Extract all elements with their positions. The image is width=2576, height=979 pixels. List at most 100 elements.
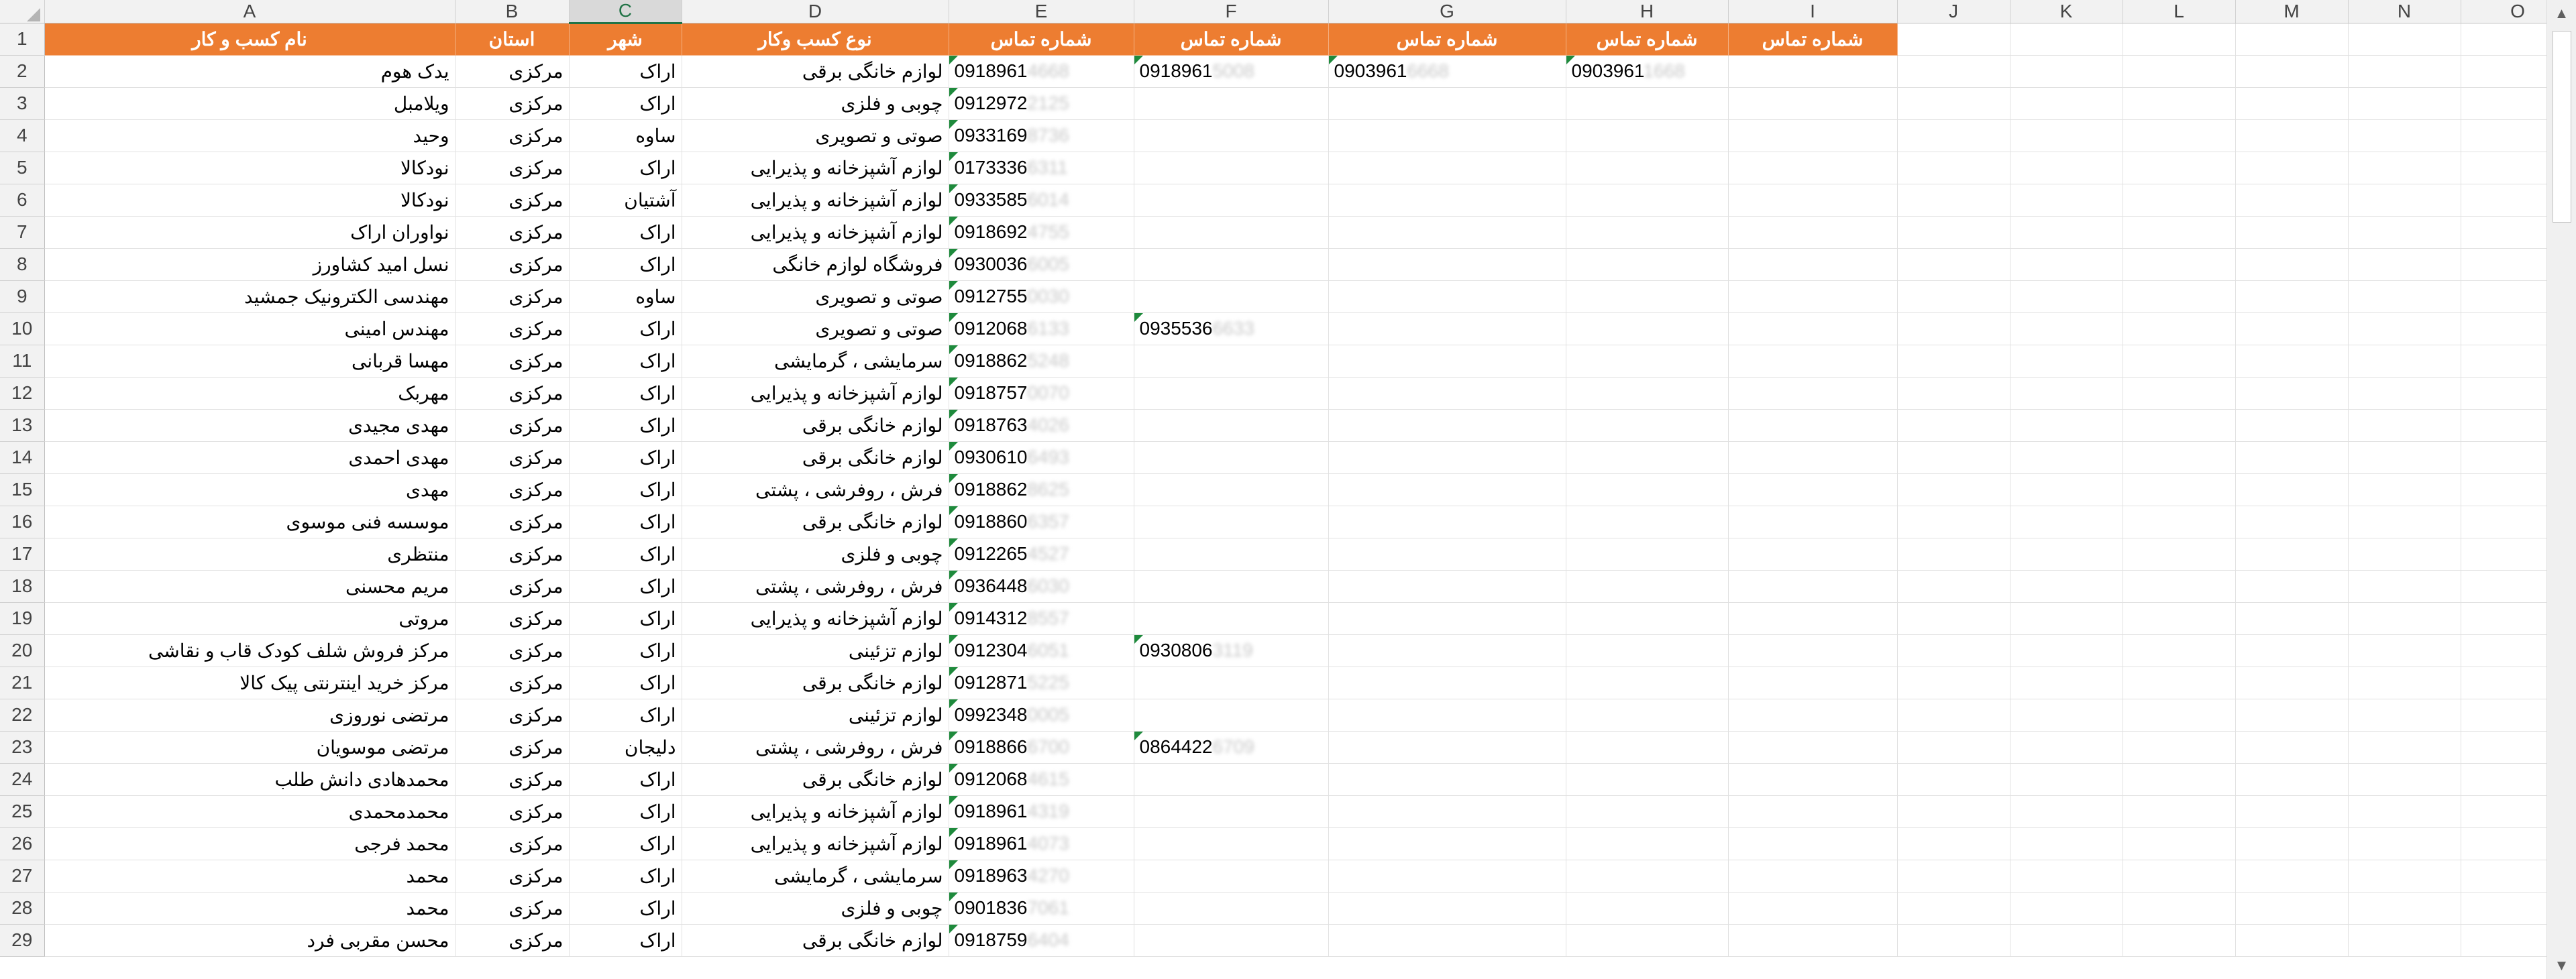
cell-N[interactable] xyxy=(2348,345,2461,378)
cell-O[interactable] xyxy=(2461,280,2546,313)
phone-cell-4[interactable] xyxy=(1566,667,1729,699)
phone-cell-5[interactable] xyxy=(1728,345,1898,378)
column-header-I[interactable]: I xyxy=(1728,0,1898,23)
cell-O[interactable] xyxy=(2461,731,2546,764)
cell-K[interactable] xyxy=(2010,827,2123,860)
cell-O[interactable] xyxy=(2461,570,2546,603)
province-cell[interactable]: مرکزی xyxy=(455,538,570,571)
column-header-O[interactable]: O xyxy=(2461,0,2546,23)
business-type-cell[interactable]: صوتی و تصویری xyxy=(682,312,949,345)
cell-J[interactable] xyxy=(1897,473,2010,506)
cell-L1[interactable] xyxy=(2123,23,2236,56)
phone-cell-1[interactable]: 09187596404 xyxy=(949,924,1134,957)
business-name-cell[interactable]: مهندسی الکترونیک جمشید xyxy=(44,280,455,313)
phone-cell-3[interactable] xyxy=(1328,152,1566,184)
phone-cell-1[interactable]: 09129722125 xyxy=(949,87,1134,120)
cell-L[interactable] xyxy=(2123,892,2236,925)
phone-cell-4[interactable] xyxy=(1566,506,1729,538)
phone-cell-2[interactable]: 08644226709 xyxy=(1134,731,1329,764)
city-cell[interactable]: اراک xyxy=(569,570,682,603)
phone-cell-5[interactable] xyxy=(1728,763,1898,796)
cell-L[interactable] xyxy=(2123,795,2236,828)
cell-N[interactable] xyxy=(2348,634,2461,667)
city-cell[interactable]: اراک xyxy=(569,860,682,892)
cell-N1[interactable] xyxy=(2348,23,2461,56)
column-header-A[interactable]: A xyxy=(44,0,455,23)
cell-N[interactable] xyxy=(2348,441,2461,474)
cell-O[interactable] xyxy=(2461,602,2546,635)
cell-O[interactable] xyxy=(2461,892,2546,925)
phone-cell-2[interactable] xyxy=(1134,667,1329,699)
phone-cell-1[interactable]: 09188666700 xyxy=(949,731,1134,764)
phone-cell-5[interactable] xyxy=(1728,795,1898,828)
business-type-cell[interactable]: فرش ، روفرشی ، پشتی xyxy=(682,570,949,603)
phone-cell-1[interactable]: 09143128557 xyxy=(949,602,1134,635)
phone-cell-5[interactable] xyxy=(1728,924,1898,957)
cell-M[interactable] xyxy=(2235,152,2349,184)
business-name-cell[interactable]: مرتضی نوروزی xyxy=(44,699,455,732)
phone-cell-2[interactable] xyxy=(1134,570,1329,603)
phone-cell-3[interactable] xyxy=(1328,473,1566,506)
cell-O[interactable] xyxy=(2461,667,2546,699)
city-cell[interactable]: اراک xyxy=(569,345,682,378)
cell-L[interactable] xyxy=(2123,280,2236,313)
business-name-cell[interactable]: مهندس امینی xyxy=(44,312,455,345)
cell-N[interactable] xyxy=(2348,216,2461,249)
scroll-thumb[interactable] xyxy=(2553,31,2571,223)
cell-M[interactable] xyxy=(2235,538,2349,571)
phone-cell-2[interactable] xyxy=(1134,860,1329,892)
cell-J[interactable] xyxy=(1897,184,2010,217)
row-number[interactable]: 29 xyxy=(0,924,45,957)
province-cell[interactable]: مرکزی xyxy=(455,731,570,764)
cell-N[interactable] xyxy=(2348,667,2461,699)
cell-O[interactable] xyxy=(2461,184,2546,217)
phone-cell-1[interactable]: 09127550030 xyxy=(949,280,1134,313)
cell-O[interactable] xyxy=(2461,795,2546,828)
city-cell[interactable]: دلیجان xyxy=(569,731,682,764)
business-name-cell[interactable]: ویلامبل xyxy=(44,87,455,120)
cell-J[interactable] xyxy=(1897,699,2010,732)
phone-cell-4[interactable] xyxy=(1566,795,1729,828)
phone-cell-1[interactable]: 09188625248 xyxy=(949,345,1134,378)
phone-cell-2[interactable] xyxy=(1134,763,1329,796)
phone-cell-4[interactable] xyxy=(1566,248,1729,281)
scroll-up-button[interactable]: ▲ xyxy=(2547,0,2576,27)
cell-O[interactable] xyxy=(2461,860,2546,892)
business-name-cell[interactable]: مهدی xyxy=(44,473,455,506)
city-cell[interactable]: اراک xyxy=(569,699,682,732)
phone-cell-2[interactable] xyxy=(1134,441,1329,474)
phone-cell-2[interactable] xyxy=(1134,602,1329,635)
phone-cell-5[interactable] xyxy=(1728,119,1898,152)
phone-cell-2[interactable] xyxy=(1134,699,1329,732)
row-number[interactable]: 4 xyxy=(0,119,45,152)
cell-L[interactable] xyxy=(2123,119,2236,152)
cell-M[interactable] xyxy=(2235,763,2349,796)
province-cell[interactable]: مرکزی xyxy=(455,473,570,506)
cell-M[interactable] xyxy=(2235,280,2349,313)
header-cell-B[interactable]: استان xyxy=(455,23,570,56)
phone-cell-3[interactable] xyxy=(1328,119,1566,152)
cell-M[interactable] xyxy=(2235,506,2349,538)
cell-M[interactable] xyxy=(2235,667,2349,699)
phone-cell-1[interactable]: 09187570070 xyxy=(949,377,1134,410)
phone-cell-4[interactable] xyxy=(1566,924,1729,957)
header-cell-I[interactable]: شماره تماس xyxy=(1728,23,1898,56)
phone-cell-4[interactable] xyxy=(1566,731,1729,764)
business-type-cell[interactable]: لوازم آشپزخانه و پذیرایی xyxy=(682,795,949,828)
row-number[interactable]: 25 xyxy=(0,795,45,828)
phone-cell-1[interactable]: 09189614319 xyxy=(949,795,1134,828)
province-cell[interactable]: مرکزی xyxy=(455,602,570,635)
cell-L[interactable] xyxy=(2123,538,2236,571)
cell-N[interactable] xyxy=(2348,602,2461,635)
city-cell[interactable]: اراک xyxy=(569,924,682,957)
phone-cell-1[interactable]: 09120684615 xyxy=(949,763,1134,796)
cell-N[interactable] xyxy=(2348,538,2461,571)
business-name-cell[interactable]: موسسه فنی موسوی xyxy=(44,506,455,538)
cell-M[interactable] xyxy=(2235,312,2349,345)
cell-K[interactable] xyxy=(2010,441,2123,474)
phone-cell-4[interactable] xyxy=(1566,699,1729,732)
phone-cell-4[interactable] xyxy=(1566,119,1729,152)
cell-J[interactable] xyxy=(1897,377,2010,410)
province-cell[interactable]: مرکزی xyxy=(455,924,570,957)
scroll-down-button[interactable]: ▼ xyxy=(2547,952,2576,979)
